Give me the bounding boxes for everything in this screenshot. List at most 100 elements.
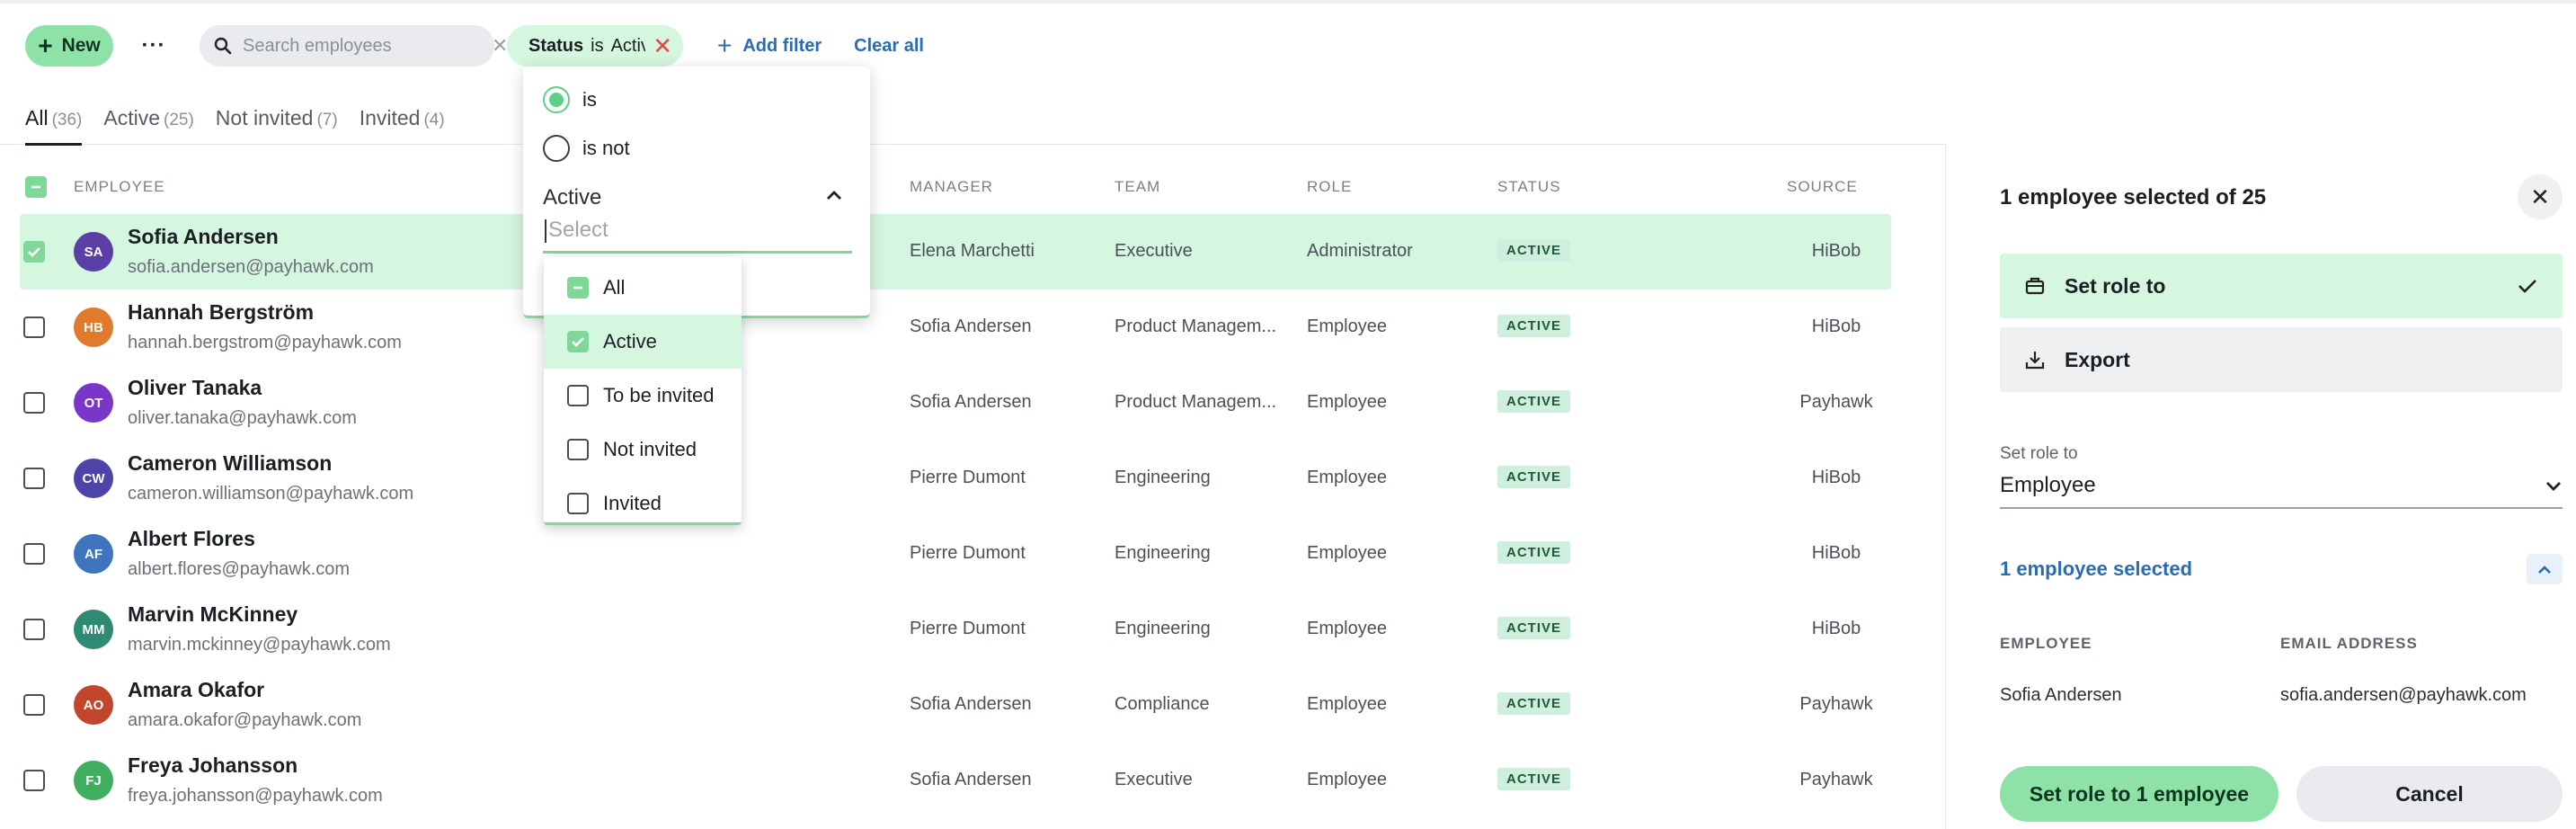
status-badge: ACTIVE bbox=[1497, 692, 1571, 715]
radio-button[interactable] bbox=[543, 135, 570, 162]
employee-name[interactable]: Oliver Tanaka bbox=[128, 376, 262, 400]
row-checkbox[interactable] bbox=[23, 468, 45, 489]
add-filter-button[interactable]: + Add filter bbox=[717, 31, 822, 60]
column-header-manager[interactable]: MANAGER bbox=[910, 178, 993, 196]
filter-chip-field: Status bbox=[529, 35, 584, 56]
option-checkbox[interactable] bbox=[567, 385, 589, 406]
table-row[interactable]: CW Cameron Williamson cameron.williamson@p… bbox=[20, 441, 1891, 516]
option-label: Not invited bbox=[603, 438, 697, 460]
cancel-button[interactable]: Cancel bbox=[2296, 766, 2563, 822]
employee-name[interactable]: Amara Okafor bbox=[128, 678, 264, 702]
radio-button-selected[interactable] bbox=[543, 86, 570, 113]
briefcase-icon bbox=[2025, 277, 2045, 295]
chevron-up-icon bbox=[2538, 566, 2551, 574]
option-label: All bbox=[603, 276, 626, 299]
top-divider bbox=[0, 0, 2576, 4]
status-select-input[interactable]: Select bbox=[543, 218, 852, 254]
role-cell: Employee bbox=[1307, 392, 1387, 412]
role-field-label: Set role to bbox=[2000, 444, 2078, 463]
row-checkbox[interactable] bbox=[23, 241, 45, 263]
table-row[interactable]: SA Sofia Andersen sofia.andersen@payhawk.c… bbox=[20, 214, 1891, 290]
selected-column-employee: EMPLOYEE bbox=[2000, 635, 2092, 652]
role-cell: Administrator bbox=[1307, 241, 1413, 261]
selected-employee-email: sofia.andersen@payhawk.com bbox=[2280, 685, 2527, 705]
role-cell: Employee bbox=[1307, 316, 1387, 336]
select-placeholder: Select bbox=[548, 218, 608, 242]
tab-all[interactable]: All (36) bbox=[25, 106, 83, 146]
collapse-selected-button[interactable] bbox=[2527, 554, 2563, 584]
plus-icon: + bbox=[717, 31, 733, 59]
panel-title: 1 employee selected of 25 bbox=[2000, 185, 2267, 209]
column-header-team[interactable]: TEAM bbox=[1115, 178, 1160, 196]
radio-is-not[interactable]: is not bbox=[543, 135, 630, 162]
status-option[interactable]: Not invited bbox=[544, 423, 742, 477]
new-button-label: New bbox=[61, 35, 101, 56]
status-option[interactable]: To be invited bbox=[544, 369, 742, 423]
status-options-list: All Active To be invited Not invited Invited bbox=[544, 257, 742, 525]
employee-email: amara.okafor@payhawk.com bbox=[128, 710, 362, 730]
close-panel-button[interactable]: ✕ bbox=[2518, 174, 2563, 219]
status-badge: ACTIVE bbox=[1497, 239, 1571, 262]
option-checkbox[interactable] bbox=[567, 277, 589, 299]
table-row[interactable]: OT Oliver Tanaka oliver.tanaka@payhawk.com… bbox=[20, 365, 1891, 441]
export-action[interactable]: Export bbox=[2000, 327, 2563, 392]
tab-count: (25) bbox=[164, 111, 194, 129]
employee-name[interactable]: Albert Flores bbox=[128, 527, 255, 551]
chevron-up-icon[interactable] bbox=[825, 189, 843, 201]
tab-active[interactable]: Active (25) bbox=[103, 106, 193, 146]
row-checkbox[interactable] bbox=[23, 392, 45, 414]
source-cell: Payhawk bbox=[1799, 770, 1873, 789]
role-select[interactable]: Employee bbox=[2000, 473, 2563, 509]
employee-name[interactable]: Hannah Bergström bbox=[128, 300, 314, 325]
status-option[interactable]: All bbox=[544, 261, 742, 315]
row-checkbox[interactable] bbox=[23, 694, 45, 716]
tab-invited[interactable]: Invited (4) bbox=[360, 106, 445, 146]
search-icon bbox=[214, 37, 232, 55]
role-cell: Employee bbox=[1307, 468, 1387, 487]
table-row[interactable]: FJ Freya Johansson freya.johansson@payhawk… bbox=[20, 743, 1891, 818]
radio-is[interactable]: is bbox=[543, 86, 597, 113]
column-header-role[interactable]: ROLE bbox=[1307, 178, 1352, 196]
set-role-action[interactable]: Set role to bbox=[2000, 254, 2563, 318]
clear-all-link[interactable]: Clear all bbox=[854, 36, 924, 57]
row-checkbox[interactable] bbox=[23, 619, 45, 640]
column-header-employee[interactable]: EMPLOYEE bbox=[74, 178, 165, 196]
option-checkbox[interactable] bbox=[567, 493, 589, 514]
team-cell: Engineering bbox=[1115, 468, 1211, 487]
new-button[interactable]: + New bbox=[25, 25, 113, 67]
table-row[interactable]: MM Marvin McKinney marvin.mckinney@payhawk… bbox=[20, 592, 1891, 667]
row-checkbox[interactable] bbox=[23, 316, 45, 338]
selected-employees-toggle[interactable]: 1 employee selected bbox=[2000, 557, 2192, 581]
source-cell: HiBob bbox=[1811, 316, 1861, 336]
clear-search-icon[interactable]: ✕ bbox=[492, 34, 508, 58]
employee-name[interactable]: Sofia Andersen bbox=[128, 225, 279, 249]
tab-not-invited[interactable]: Not invited (7) bbox=[216, 106, 338, 146]
remove-filter-icon[interactable]: ✕ bbox=[653, 32, 672, 60]
table-row[interactable]: AF Albert Flores albert.flores@payhawk.com… bbox=[20, 516, 1891, 592]
option-checkbox[interactable] bbox=[567, 439, 589, 460]
employee-email: freya.johansson@payhawk.com bbox=[128, 786, 383, 806]
role-select-value: Employee bbox=[2000, 473, 2096, 497]
search-input[interactable] bbox=[243, 35, 481, 57]
avatar: CW bbox=[74, 459, 113, 498]
source-cell: Payhawk bbox=[1799, 392, 1873, 412]
plus-icon: + bbox=[38, 31, 53, 59]
column-header-status[interactable]: STATUS bbox=[1497, 178, 1561, 196]
row-checkbox[interactable] bbox=[23, 543, 45, 565]
selected-column-email: EMAIL ADDRESS bbox=[2280, 635, 2418, 652]
table-row[interactable]: AO Amara Okafor amara.okafor@payhawk.com So… bbox=[20, 667, 1891, 743]
column-header-source[interactable]: SOURCE bbox=[1787, 178, 1858, 196]
employee-name[interactable]: Marvin McKinney bbox=[128, 602, 298, 627]
select-all-checkbox[interactable] bbox=[25, 176, 47, 198]
status-option[interactable]: Active bbox=[544, 315, 742, 369]
option-checkbox[interactable] bbox=[567, 331, 589, 352]
more-options-button[interactable]: ··· bbox=[138, 31, 169, 61]
table-row[interactable]: HB Hannah Bergström hannah.bergstrom@payha… bbox=[20, 290, 1891, 365]
row-checkbox[interactable] bbox=[23, 770, 45, 791]
set-role-submit-button[interactable]: Set role to 1 employee bbox=[2000, 766, 2278, 822]
employee-name[interactable]: Freya Johansson bbox=[128, 753, 298, 778]
status-option[interactable]: Invited bbox=[544, 477, 742, 530]
status-filter-chip[interactable]: Status is Active ✕ bbox=[507, 25, 683, 67]
source-cell: Payhawk bbox=[1799, 694, 1873, 714]
employee-name[interactable]: Cameron Williamson bbox=[128, 451, 332, 476]
